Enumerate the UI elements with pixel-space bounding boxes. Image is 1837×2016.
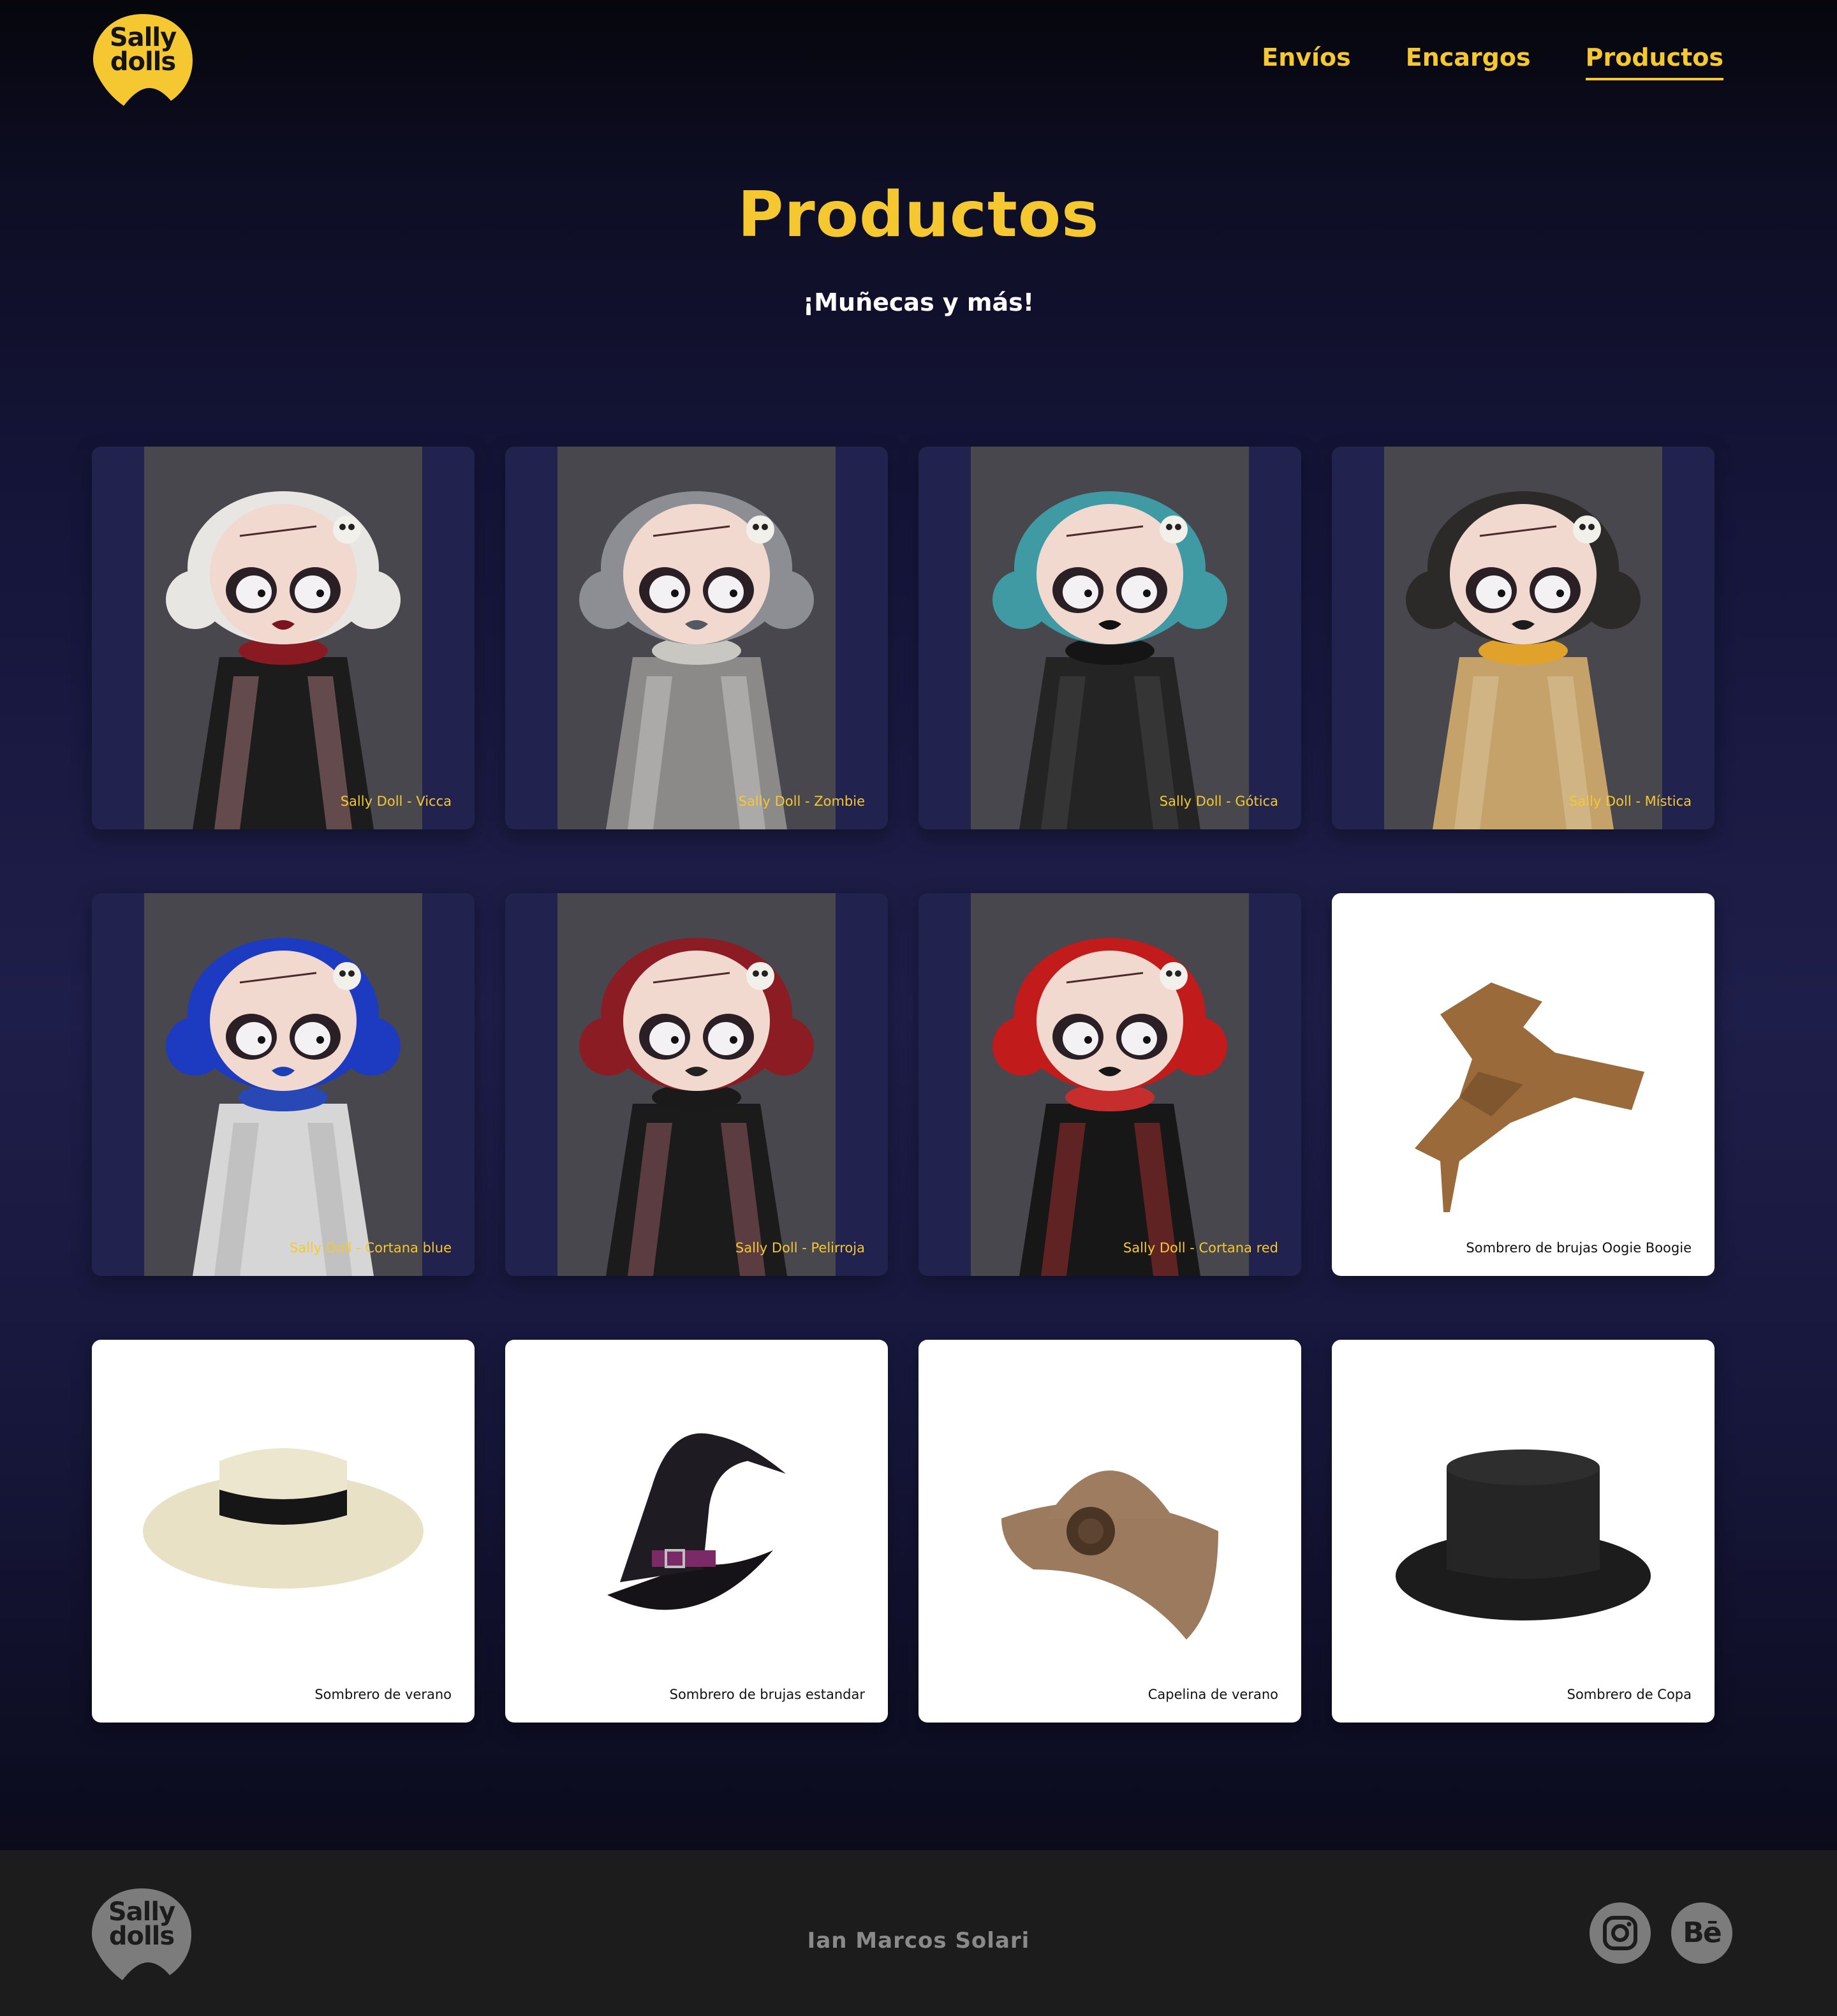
nav-link-productos[interactable]: Productos [1585,43,1723,80]
main-nav: Envíos Encargos Productos [1262,43,1723,80]
product-card[interactable]: Capelina de verano [918,1340,1301,1723]
footer-logo-text-line1: Sally [108,1897,175,1927]
product-card[interactable]: Sombrero de brujas estandar [505,1340,888,1723]
product-name: Sally Doll - Gótica [1159,794,1278,809]
product-photo [971,893,1249,1276]
behance-link[interactable]: Bē [1671,1902,1732,1964]
doll-illustration [971,893,1249,1276]
nav-link-envios[interactable]: Envíos [1262,43,1351,80]
nav-link-encargos[interactable]: Encargos [1406,43,1531,80]
product-name: Sally Doll - Cortana blue [289,1240,452,1256]
product-card[interactable]: Sally Doll - Cortana red [918,893,1301,1276]
doll-illustration [557,893,836,1276]
logo-text-line2: dolls [110,47,176,77]
doll-illustration [971,447,1249,829]
product-photo [92,1340,475,1723]
product-photo [1332,1340,1715,1723]
product-card[interactable]: Sombrero de Copa [1332,1340,1715,1723]
page-subtitle: ¡Muñecas y más! [802,288,1035,316]
instagram-link[interactable] [1590,1902,1651,1964]
product-photo [971,447,1249,829]
product-card[interactable]: Sally Doll - Cortana blue [92,893,475,1276]
product-name: Sombrero de brujas Oogie Boogie [1466,1240,1692,1256]
product-card[interactable]: Sally Doll - Zombie [505,447,888,829]
product-name: Sombrero de verano [314,1687,452,1702]
product-card[interactable]: Sally Doll - Gótica [918,447,1301,829]
doll-illustration [144,447,422,829]
instagram-icon [1603,1916,1637,1950]
product-name: Sombrero de brujas estandar [669,1687,865,1702]
site-header: Sally dolls Envíos Encargos Productos [0,0,1837,128]
product-card[interactable]: Sally Doll - Vicca [92,447,475,829]
product-name: Sally Doll - Cortana red [1123,1240,1278,1256]
product-grid: Sally Doll - Vicca Sally Doll - Zombie S… [92,447,1715,1723]
hat-illustration [143,1448,424,1589]
product-photo [557,447,836,829]
product-card[interactable]: Sally Doll - Mística [1332,447,1715,829]
product-card[interactable]: Sombrero de verano [92,1340,475,1723]
logo-text-line1: Sally [109,23,177,52]
sally-dolls-logo[interactable]: Sally dolls [92,13,194,108]
product-card[interactable]: Sally Doll - Pelirroja [505,893,888,1276]
doll-illustration [557,447,836,829]
doll-illustration [1384,447,1662,829]
product-photo [505,1340,888,1723]
product-card[interactable]: Sombrero de brujas Oogie Boogie [1332,893,1715,1276]
product-photo [1384,447,1662,829]
page-title: Productos [737,179,1100,251]
product-photo [918,1340,1301,1723]
product-name: Sombrero de Copa [1567,1687,1692,1702]
product-name: Sally Doll - Mística [1569,794,1692,809]
product-name: Sally Doll - Vicca [340,794,452,809]
product-name: Capelina de verano [1147,1687,1278,1702]
product-name: Sally Doll - Zombie [738,794,865,809]
product-photo [144,447,422,829]
behance-icon: Bē [1683,1916,1722,1949]
site-footer: Sally dolls Ian Marcos Solari Bē [0,1850,1837,2016]
product-photo [1332,893,1715,1276]
hat-illustration [1396,1449,1651,1620]
hat-illustration [1001,1471,1218,1640]
doll-illustration [144,893,422,1276]
footer-author: Ian Marcos Solari [807,1928,1030,1953]
hat-illustration [1415,982,1644,1212]
product-photo [144,893,422,1276]
product-photo [557,893,836,1276]
hat-illustration [607,1433,786,1610]
product-name: Sally Doll - Pelirroja [735,1240,865,1256]
